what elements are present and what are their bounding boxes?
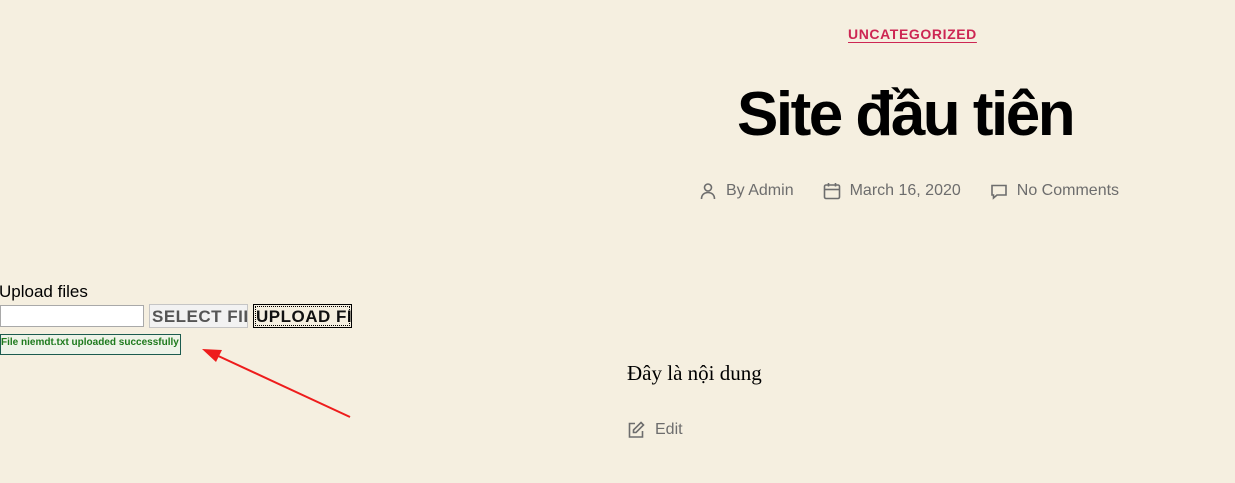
upload-file-button[interactable]: UPLOAD FILE	[253, 304, 352, 328]
upload-status-message: File niemdt.txt uploaded successfully	[0, 334, 181, 355]
edit-post-label: Edit	[655, 421, 683, 438]
edit-icon	[628, 421, 645, 438]
post-date-text: March 16, 2020	[849, 182, 961, 199]
comment-icon	[990, 184, 1007, 200]
upload-row: SELECT FILE UPLOAD FILE	[0, 304, 352, 328]
post-author[interactable]: By Admin	[698, 181, 794, 201]
post-date[interactable]: March 16, 2020	[822, 181, 961, 201]
post-meta: By Admin March 16, 2020 No Comments	[698, 181, 1119, 201]
edit-post-link[interactable]: Edit	[626, 420, 683, 440]
user-icon	[700, 183, 716, 200]
post-content: Đây là nội dung	[627, 361, 762, 385]
post-title: Site đầu tiên	[737, 80, 1076, 149]
file-path-input[interactable]	[0, 305, 144, 327]
post-comments-text: No Comments	[1016, 182, 1120, 199]
post-comments[interactable]: No Comments	[989, 181, 1119, 201]
upload-form: Upload files SELECT FILE UPLOAD FILE Fil…	[0, 282, 352, 355]
select-file-button[interactable]: SELECT FILE	[149, 304, 248, 328]
category-link[interactable]: UNCATEGORIZED	[848, 26, 977, 42]
annotation-arrow	[202, 349, 351, 418]
upload-label: Upload files	[0, 282, 88, 301]
post-author-text: By Admin	[726, 182, 794, 199]
calendar-icon	[823, 183, 840, 200]
